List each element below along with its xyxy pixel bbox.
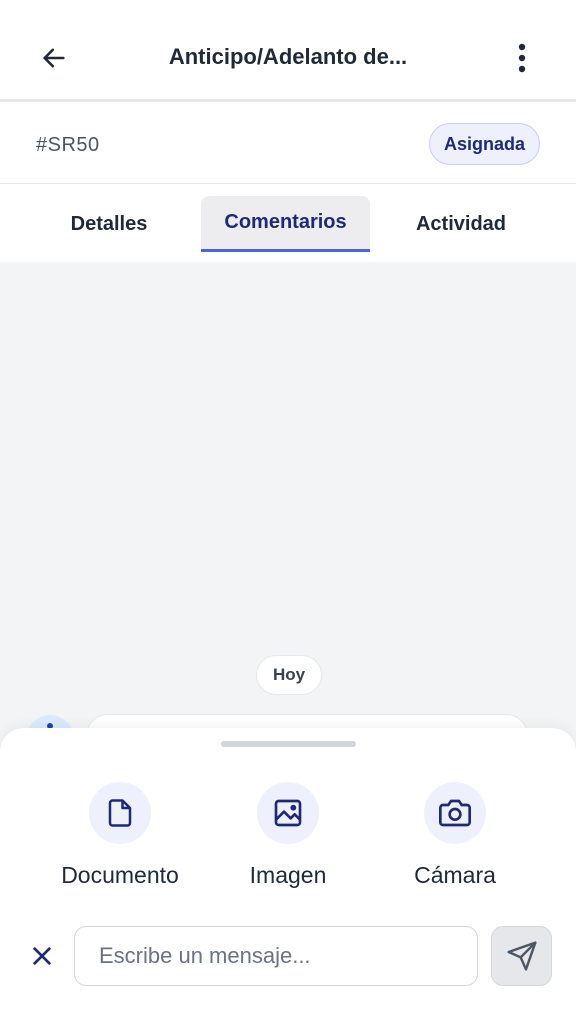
ticket-info-bar: #SR50 Asignada	[0, 102, 576, 184]
document-icon-button[interactable]	[89, 782, 151, 844]
page-title: Anticipo/Adelanto de...	[168, 44, 408, 69]
camera-label: Cámara	[414, 862, 496, 888]
image-icon-button[interactable]	[257, 782, 319, 844]
attach-document-option[interactable]: Documento	[35, 782, 205, 889]
image-label: Imagen	[249, 862, 327, 888]
tab-actividad[interactable]: Actividad	[376, 196, 546, 252]
camera-icon	[439, 799, 471, 827]
file-icon	[108, 799, 132, 827]
attach-image-option[interactable]: Imagen	[203, 782, 373, 889]
tab-bar: Detalles Comentarios Actividad	[0, 184, 576, 262]
sheet-drag-handle[interactable]	[221, 741, 356, 747]
image-icon	[274, 799, 302, 827]
more-options-button[interactable]	[502, 38, 542, 78]
send-icon	[506, 941, 537, 971]
tab-detalles[interactable]: Detalles	[24, 196, 194, 252]
send-button[interactable]	[491, 926, 552, 986]
top-app-bar: Anticipo/Adelanto de...	[0, 0, 576, 102]
attach-camera-option[interactable]: Cámara	[370, 782, 540, 889]
attachment-bottom-sheet: Documento Imagen Cámara	[0, 728, 576, 1024]
day-separator: Hoy	[256, 655, 322, 695]
back-button[interactable]	[34, 38, 74, 78]
more-vertical-icon	[518, 43, 526, 73]
camera-icon-button[interactable]	[424, 782, 486, 844]
status-badge: Asignada	[428, 123, 540, 165]
ticket-id: #SR50	[36, 134, 100, 156]
tab-comentarios[interactable]: Comentarios	[201, 196, 370, 252]
arrow-left-icon	[43, 48, 65, 68]
close-icon	[33, 947, 51, 965]
document-label: Documento	[61, 862, 179, 888]
message-input[interactable]	[74, 926, 478, 986]
close-attach-button[interactable]	[22, 936, 62, 976]
